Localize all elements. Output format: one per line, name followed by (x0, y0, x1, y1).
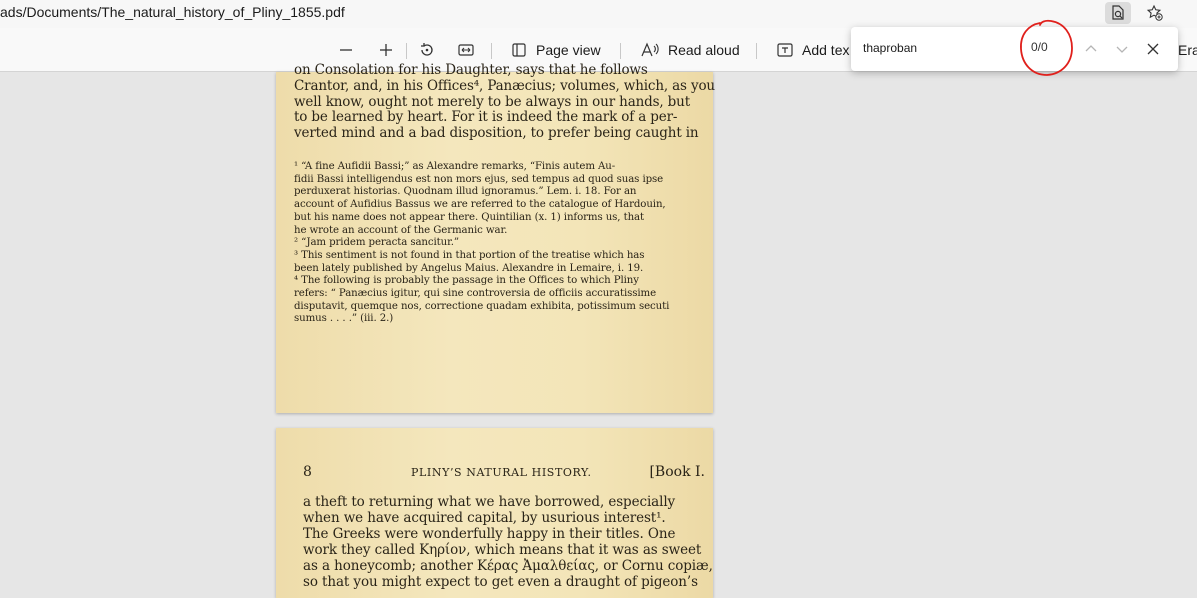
plus-icon (380, 44, 392, 56)
address-url[interactable]: ads/Documents/The_natural_history_of_Pli… (0, 4, 345, 20)
read-aloud-label: Read aloud (668, 42, 740, 58)
body-text-line: verted mind and a bad disposition, to pr… (294, 124, 699, 141)
footnote-line: been lately published by Angelus Maius. … (294, 262, 644, 274)
body-text-line: well know, ought not merely to be always… (294, 93, 690, 110)
add-text-label: Add tex (802, 42, 850, 58)
footnote-line: ³ This sentiment is not found in that po… (294, 249, 645, 261)
footnote-line: fidii Bassi intelligendus est non mors e… (294, 173, 664, 185)
rotate-button[interactable] (418, 38, 436, 62)
close-icon (1147, 43, 1159, 55)
chevron-down-icon (1116, 46, 1128, 53)
add-text-button[interactable]: Add tex (776, 38, 849, 62)
chevron-up-icon (1085, 45, 1097, 52)
footnote-line: refers: “ Panæcius igitur, qui sine cont… (294, 288, 657, 299)
fit-width-button[interactable] (457, 38, 475, 62)
fit-width-icon (458, 44, 474, 56)
footnote-line: ¹ “A fine Aufidii Bassi;” as Alexandre r… (294, 161, 616, 172)
pdf-page: 8 PLINY’S NATURAL HISTORY. [Book I. a th… (276, 428, 713, 598)
find-input[interactable] (863, 38, 1003, 58)
book-label: [Book I. (649, 464, 705, 480)
zoom-in-button[interactable] (378, 38, 394, 62)
body-text-line: a theft to returning what we have borrow… (303, 494, 676, 510)
page-view-button[interactable]: Page view (510, 38, 601, 62)
body-text-line: to be learned by heart. For it is indeed… (294, 109, 678, 125)
body-text-line: when we have acquired capital, by usurio… (303, 510, 666, 526)
annotation-circle (1020, 19, 1073, 76)
toolbar-divider (406, 43, 407, 59)
body-text-line: as a honeycomb; another Κέρας Ἀμαλθείας,… (303, 558, 713, 574)
favorites-add-icon[interactable] (1142, 2, 1168, 24)
close-find-button[interactable] (1141, 37, 1165, 61)
toolbar-divider (491, 43, 492, 59)
body-text-line: so that you might expect to get even a d… (303, 574, 698, 590)
find-bar: 0/0 (851, 27, 1178, 71)
footnote-line: ² “Jam pridem peracta sancitur.” (294, 237, 460, 249)
read-aloud-icon (641, 42, 659, 57)
toolbar-divider (620, 43, 621, 59)
page-number: 8 (303, 464, 312, 480)
footnote-line: but his name does not appear there. Quin… (294, 211, 645, 223)
body-text-line: work they called Κηρίον, which means tha… (303, 542, 702, 558)
rotate-icon (421, 43, 433, 56)
erase-button[interactable]: Era (1178, 38, 1197, 62)
footnote-line: sumus . . . .” (iii. 2.) (294, 313, 394, 325)
footnote-line: account of Aufidius Bassus we are referr… (294, 199, 666, 211)
add-text-icon (777, 43, 793, 57)
footnote-line: perduxerat historias. Quodnam illud igno… (294, 186, 637, 198)
footnote-line: disputavit, quemque nos, correctione qua… (294, 300, 670, 312)
pdf-page: on Consolation for his Daughter, says th… (276, 62, 715, 413)
body-text-line: Crantor, and, in his Offices⁴, Panæcius;… (294, 78, 715, 94)
body-text-line: on Consolation for his Daughter, says th… (294, 62, 648, 78)
running-title: PLINY’S NATURAL HISTORY. (411, 466, 592, 479)
body-text-line: The Greeks were wonderfully happy in the… (303, 526, 676, 542)
page-view-icon (512, 43, 526, 57)
find-next-button[interactable] (1110, 37, 1134, 61)
zoom-out-button[interactable] (338, 38, 354, 62)
page-view-label: Page view (536, 42, 601, 58)
footnote-line: ⁴ The following is probably the passage … (294, 275, 639, 287)
find-in-page-icon[interactable] (1105, 2, 1131, 24)
find-previous-button[interactable] (1079, 37, 1103, 61)
toolbar-divider (756, 43, 757, 59)
footnote-line: he wrote an account of the Germanic war. (294, 224, 508, 236)
erase-label: Era (1178, 42, 1197, 58)
minus-icon (340, 49, 352, 51)
read-aloud-button[interactable]: Read aloud (640, 38, 740, 62)
